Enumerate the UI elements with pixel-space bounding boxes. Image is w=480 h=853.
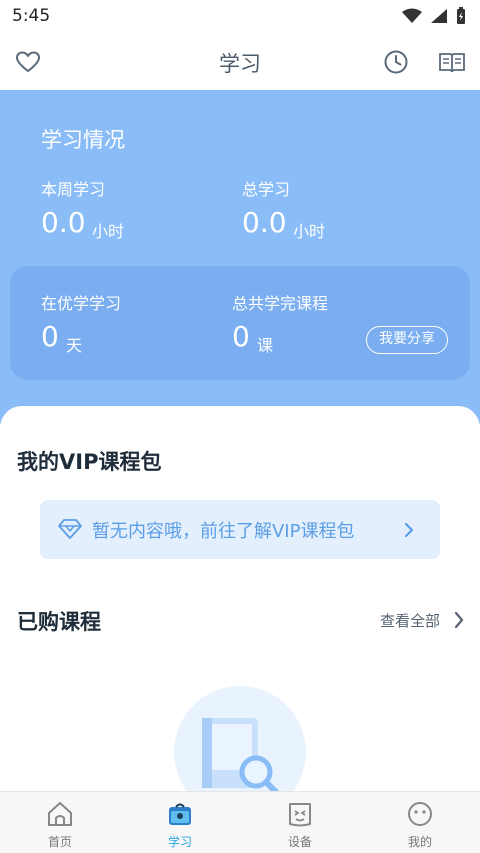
courses-done-label: 总共学完课程 [232, 294, 329, 313]
battery-icon [457, 7, 465, 24]
device-icon [289, 803, 311, 827]
achievement-card: 在优学学习 0 天 总共学完课程 0 课 我要分享 [10, 266, 470, 380]
chevron-right-icon[interactable] [453, 611, 465, 629]
nav-item-device[interactable]: 设备 [240, 792, 360, 853]
bottom-nav: 首页 学习 设备 我的 [0, 791, 480, 853]
nav-item-study[interactable]: 学习 [120, 792, 240, 853]
week-study-value: 0.0 [41, 206, 86, 239]
total-study-label: 总学习 [242, 180, 291, 199]
view-all-label: 查看全部 [379, 612, 440, 630]
status-bar: 5:45 [0, 0, 480, 34]
courses-done-value: 0 [232, 320, 250, 353]
nav-label-profile: 我的 [407, 835, 432, 849]
view-all-link[interactable]: 查看全部 [380, 610, 440, 631]
courses-done-unit: 课 [257, 336, 274, 355]
days-label: 在优学学习 [41, 294, 122, 313]
status-time: 5:45 [12, 6, 51, 26]
study-icon [169, 803, 191, 825]
days-unit: 天 [66, 336, 83, 355]
content-card: 我的VIP课程包 暂无内容哦，前往了解VIP课程包 已购课程 查看全部 [0, 406, 480, 853]
nav-label-home: 首页 [47, 835, 72, 849]
purchased-section-title: 已购课程 [17, 610, 101, 634]
study-stats-section: 学习情况 本周学习 0.0 小时 总学习 0.0 小时 在优学学习 0 天 总共… [0, 90, 480, 425]
total-study-value: 0.0 [242, 206, 287, 239]
nav-label-device: 设备 [287, 835, 312, 849]
chevron-right-icon [404, 522, 414, 538]
nav-item-home[interactable]: 首页 [0, 792, 120, 853]
share-button[interactable]: 我要分享 [366, 326, 448, 354]
profile-icon [408, 802, 432, 826]
nav-item-profile[interactable]: 我的 [360, 792, 480, 853]
book-icon[interactable] [438, 48, 466, 76]
diamond-icon [58, 519, 82, 539]
week-study-unit: 小时 [92, 222, 125, 241]
app-header: 学习 [0, 34, 480, 90]
week-study-label: 本周学习 [41, 180, 106, 199]
vip-section-title: 我的VIP课程包 [17, 450, 162, 474]
clock-icon[interactable] [382, 48, 410, 76]
vip-banner[interactable]: 暂无内容哦，前往了解VIP课程包 [40, 500, 440, 559]
days-value: 0 [41, 320, 59, 353]
vip-banner-text: 暂无内容哦，前往了解VIP课程包 [92, 521, 355, 542]
wifi-icon [402, 8, 422, 23]
home-icon [48, 802, 72, 826]
total-study-unit: 小时 [293, 222, 326, 241]
stats-title: 学习情况 [41, 128, 125, 152]
nav-label-study: 学习 [167, 835, 192, 849]
signal-icon [431, 9, 447, 23]
status-icons [402, 7, 466, 25]
